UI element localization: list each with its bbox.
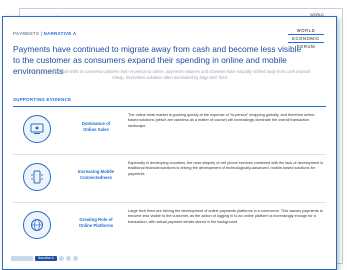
evidence-text: The online retail market is growing quic… (128, 113, 316, 128)
evidence-label: Increasing Mobile Connectedness (77, 169, 115, 180)
evidence-row-online-sales: Dominance of Online Sales The online ret… (13, 109, 326, 155)
footer-dot[interactable] (66, 255, 71, 261)
logo-line-2: ECONOMIC (292, 36, 320, 41)
header-accent: NARRATIVE A (43, 31, 77, 36)
header-prefix: PAYMENTS | (13, 31, 44, 36)
footer-nav: Narrative A (11, 255, 78, 261)
page-subtitle: On the back of global shifts in commerce… (29, 69, 311, 80)
evidence-label: Dominance of Online Sales (81, 121, 111, 132)
front-page: PAYMENTS | NARRATIVE A WORLD ECONOMIC FO… (2, 16, 337, 270)
evidence-text: Large tech firms are driving the develop… (128, 209, 323, 224)
page-header: PAYMENTS | NARRATIVE A (13, 31, 76, 36)
online-sales-icon (23, 115, 51, 143)
mobile-connection-icon (23, 163, 51, 191)
footer-tab[interactable] (11, 255, 33, 261)
evidence-row-online-platforms: Growing Role of Online Platforms Large t… (13, 205, 326, 251)
evidence-text: Especially in developing countries, the … (128, 161, 324, 176)
logo-line-1: WORLD (296, 28, 316, 33)
evidence-row-mobile-connectedness: Increasing Mobile Connectedness Especial… (13, 157, 326, 203)
evidence-label: Growing Role of Online Platforms (78, 217, 114, 228)
row-divider (13, 202, 326, 203)
section-title: SUPPORTING EVIDENCE (13, 97, 72, 102)
footer-dot[interactable] (73, 255, 78, 261)
logo-rule (288, 34, 324, 35)
logo-rule (288, 42, 324, 43)
footer-dot[interactable] (59, 255, 64, 261)
row-divider (13, 154, 326, 155)
section-divider (13, 106, 326, 107)
online-platform-icon (23, 211, 51, 239)
footer-tab-active[interactable]: Narrative A (35, 255, 57, 261)
